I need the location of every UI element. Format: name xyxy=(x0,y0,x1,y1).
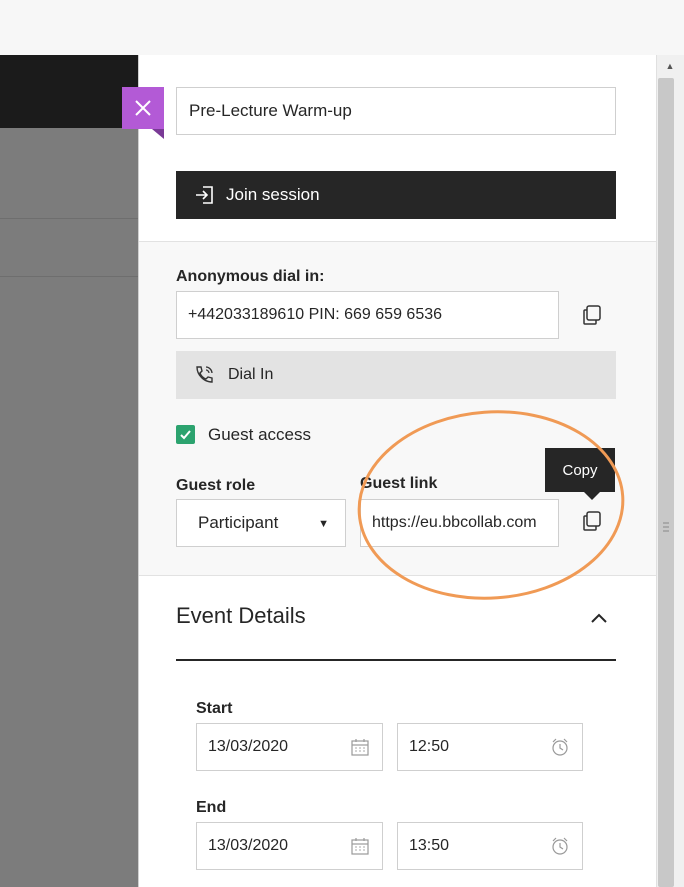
guest-access-checkbox[interactable] xyxy=(176,425,195,444)
close-button-tab xyxy=(152,129,164,139)
join-session-label: Join session xyxy=(226,185,320,204)
scrollbar-thumb[interactable] xyxy=(658,78,674,887)
section-divider xyxy=(176,659,616,661)
clock-icon[interactable] xyxy=(550,836,570,856)
end-label: End xyxy=(196,799,227,816)
background-divider xyxy=(0,276,138,277)
start-date-field[interactable]: 13/03/2020 xyxy=(196,723,383,771)
checkmark-icon xyxy=(180,430,191,440)
background-divider xyxy=(0,218,138,219)
end-date-value: 13/03/2020 xyxy=(208,837,289,854)
dial-in-button[interactable]: Dial In xyxy=(176,351,616,399)
start-time-field[interactable]: 12:50 xyxy=(397,723,583,771)
end-time-value: 13:50 xyxy=(409,837,450,854)
grip-icon xyxy=(663,522,669,532)
end-time-field[interactable]: 13:50 xyxy=(397,822,583,870)
end-date-field[interactable]: 13/03/2020 xyxy=(196,822,383,870)
phone-icon xyxy=(192,363,216,387)
clock-icon[interactable] xyxy=(550,737,570,757)
dial-in-label: Dial In xyxy=(228,366,274,383)
guest-role-heading: Guest role xyxy=(176,477,256,494)
highlight-annotation xyxy=(357,410,625,600)
close-panel-button[interactable] xyxy=(122,87,164,129)
app-header-bar xyxy=(0,55,138,128)
calendar-icon[interactable] xyxy=(350,836,370,856)
chevron-up-icon[interactable] xyxy=(589,610,609,626)
guest-role-select[interactable]: Participant ▼ xyxy=(176,499,346,547)
dial-in-number-field[interactable]: +442033189610 PIN: 669 659 6536 xyxy=(176,291,559,339)
enter-icon xyxy=(194,184,216,206)
scroll-up-arrow-icon[interactable]: ▲ xyxy=(656,55,684,77)
join-session-button[interactable]: Join session xyxy=(176,171,616,219)
calendar-icon[interactable] xyxy=(350,737,370,757)
event-details-heading: Event Details xyxy=(176,603,306,628)
start-label: Start xyxy=(196,700,233,717)
dial-in-heading: Anonymous dial in: xyxy=(176,268,325,285)
guest-role-value: Participant xyxy=(198,513,279,532)
start-time-value: 12:50 xyxy=(409,738,450,755)
copy-icon[interactable] xyxy=(581,304,603,326)
guest-access-label: Guest access xyxy=(208,425,311,444)
dropdown-caret-icon: ▼ xyxy=(318,518,329,530)
background-overlay xyxy=(0,128,138,887)
start-date-value: 13/03/2020 xyxy=(208,738,289,755)
window-top-strip xyxy=(0,0,684,55)
session-title-input[interactable]: Pre-Lecture Warm-up xyxy=(176,87,616,135)
close-icon xyxy=(135,100,151,116)
